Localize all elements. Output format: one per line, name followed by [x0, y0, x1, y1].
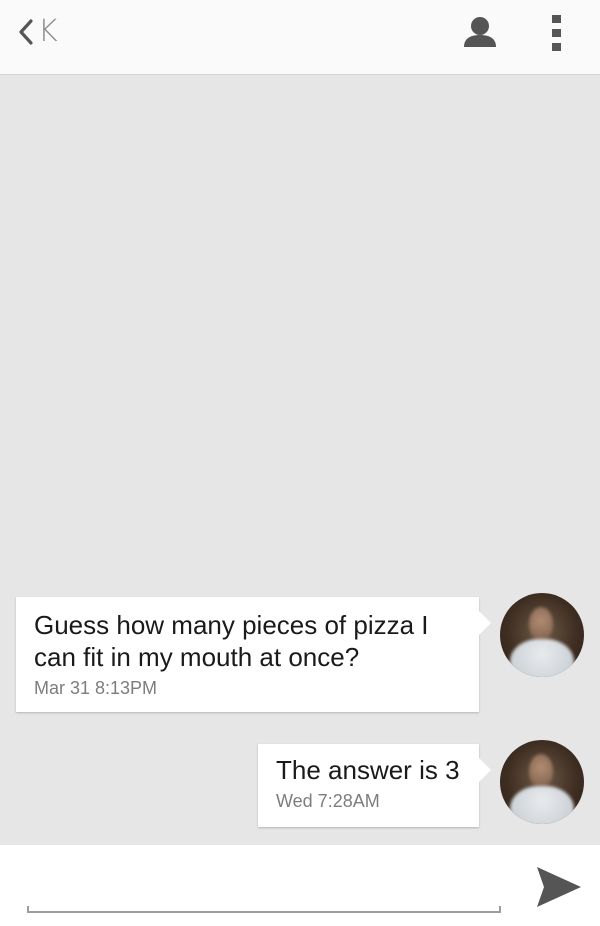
overflow-menu-button[interactable]	[543, 14, 571, 54]
send-icon	[535, 867, 583, 913]
back-button[interactable]: K	[18, 14, 58, 50]
avatar-face	[529, 607, 553, 641]
chevron-left-icon	[18, 18, 34, 46]
more-vert-icon	[543, 15, 571, 58]
avatar-shirt	[510, 639, 574, 677]
avatar-shirt	[510, 786, 574, 824]
message-timestamp: Mar 31 8:13PM	[34, 678, 158, 698]
message-input[interactable]	[27, 867, 501, 913]
contact-button[interactable]	[460, 14, 500, 54]
message-timestamp: Wed 7:28AM	[276, 791, 380, 811]
input-underline-edge	[499, 906, 501, 913]
message-thread[interactable]: Guess how many pieces of pizza I can fit…	[0, 75, 600, 845]
avatar[interactable]	[500, 740, 584, 824]
conversation-title: K	[38, 14, 58, 49]
avatar[interactable]	[500, 593, 584, 677]
send-button[interactable]	[535, 865, 583, 909]
bubble-tail	[479, 758, 491, 782]
bubble-tail	[479, 611, 491, 635]
avatar-face	[529, 754, 553, 788]
message-text: Guess how many pieces of pizza I can fit…	[34, 610, 429, 672]
top-app-bar: K	[0, 0, 600, 75]
person-icon	[460, 17, 500, 58]
message-bubble[interactable]: Guess how many pieces of pizza I can fit…	[16, 597, 491, 712]
message-bubble[interactable]: The answer is 3 Wed 7:28AM	[258, 744, 491, 827]
composer-bar	[0, 845, 600, 926]
message-text: The answer is 3	[276, 755, 460, 785]
input-underline-edge	[27, 906, 29, 913]
